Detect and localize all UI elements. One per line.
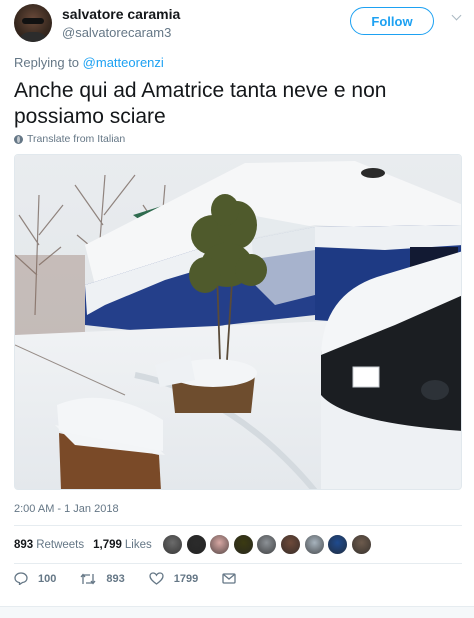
retweet-action-count: 893: [106, 572, 125, 585]
liker-avatar[interactable]: [209, 534, 231, 555]
liker-avatar[interactable]: [350, 534, 372, 555]
tweet-photo[interactable]: [14, 154, 462, 490]
message-action[interactable]: [222, 573, 246, 584]
retweet-icon: [80, 572, 96, 585]
like-count[interactable]: 1,799: [93, 539, 122, 551]
replying-to: Replying to @matteorenzi: [14, 55, 164, 70]
tweet-timestamp[interactable]: 2:00 AM - 1 Jan 2018: [14, 503, 119, 515]
liker-avatar[interactable]: [256, 534, 278, 555]
tweet-card: salvatore caramia @salvatorecaram3 Follo…: [0, 0, 474, 618]
chevron-down-icon[interactable]: [452, 12, 462, 22]
liker-avatars: [162, 534, 374, 555]
liker-avatar[interactable]: [327, 534, 349, 555]
divider-bottom: [14, 563, 462, 564]
globe-icon: [14, 134, 23, 144]
envelope-icon: [222, 573, 236, 584]
avatar-shirt: [18, 32, 48, 42]
likes-label[interactable]: Likes: [125, 539, 152, 551]
retweet-count[interactable]: 893: [14, 539, 33, 551]
replying-prefix: Replying to: [14, 55, 80, 70]
tweet-stats: 893 Retweets 1,799 Likes: [14, 539, 152, 551]
reply-action[interactable]: 100: [14, 572, 56, 585]
liker-avatar[interactable]: [162, 534, 183, 555]
liker-avatar[interactable]: [279, 534, 301, 555]
avatar[interactable]: [14, 4, 52, 42]
snow-scene-image: [15, 155, 461, 489]
liker-avatar[interactable]: [303, 534, 325, 555]
follow-button[interactable]: Follow: [350, 7, 434, 35]
avatar-glasses: [22, 18, 44, 24]
reply-icon: [14, 572, 28, 585]
tweet-text: Anche qui ad Amatrice tanta neve e non p…: [14, 79, 387, 128]
divider-top: [14, 525, 462, 526]
like-action-count: 1799: [173, 572, 199, 585]
liker-avatar[interactable]: [185, 534, 207, 555]
user-name[interactable]: salvatore caramia: [62, 6, 180, 22]
user-handle[interactable]: @salvatorecaram3: [62, 25, 171, 40]
translate-label: Translate from Italian: [27, 133, 126, 145]
liker-avatar[interactable]: [232, 534, 254, 555]
like-action[interactable]: 1799: [149, 572, 198, 585]
translate-link[interactable]: Translate from Italian: [14, 133, 125, 145]
heart-icon: [149, 572, 164, 585]
tweet-actions: 100 893 1799: [14, 572, 270, 585]
reply-count: 100: [38, 572, 57, 585]
retweets-label[interactable]: Retweets: [36, 539, 84, 551]
bottom-bar: [0, 606, 474, 618]
retweet-action[interactable]: 893: [80, 572, 125, 585]
reply-mention-link[interactable]: @matteorenzi: [83, 55, 164, 70]
